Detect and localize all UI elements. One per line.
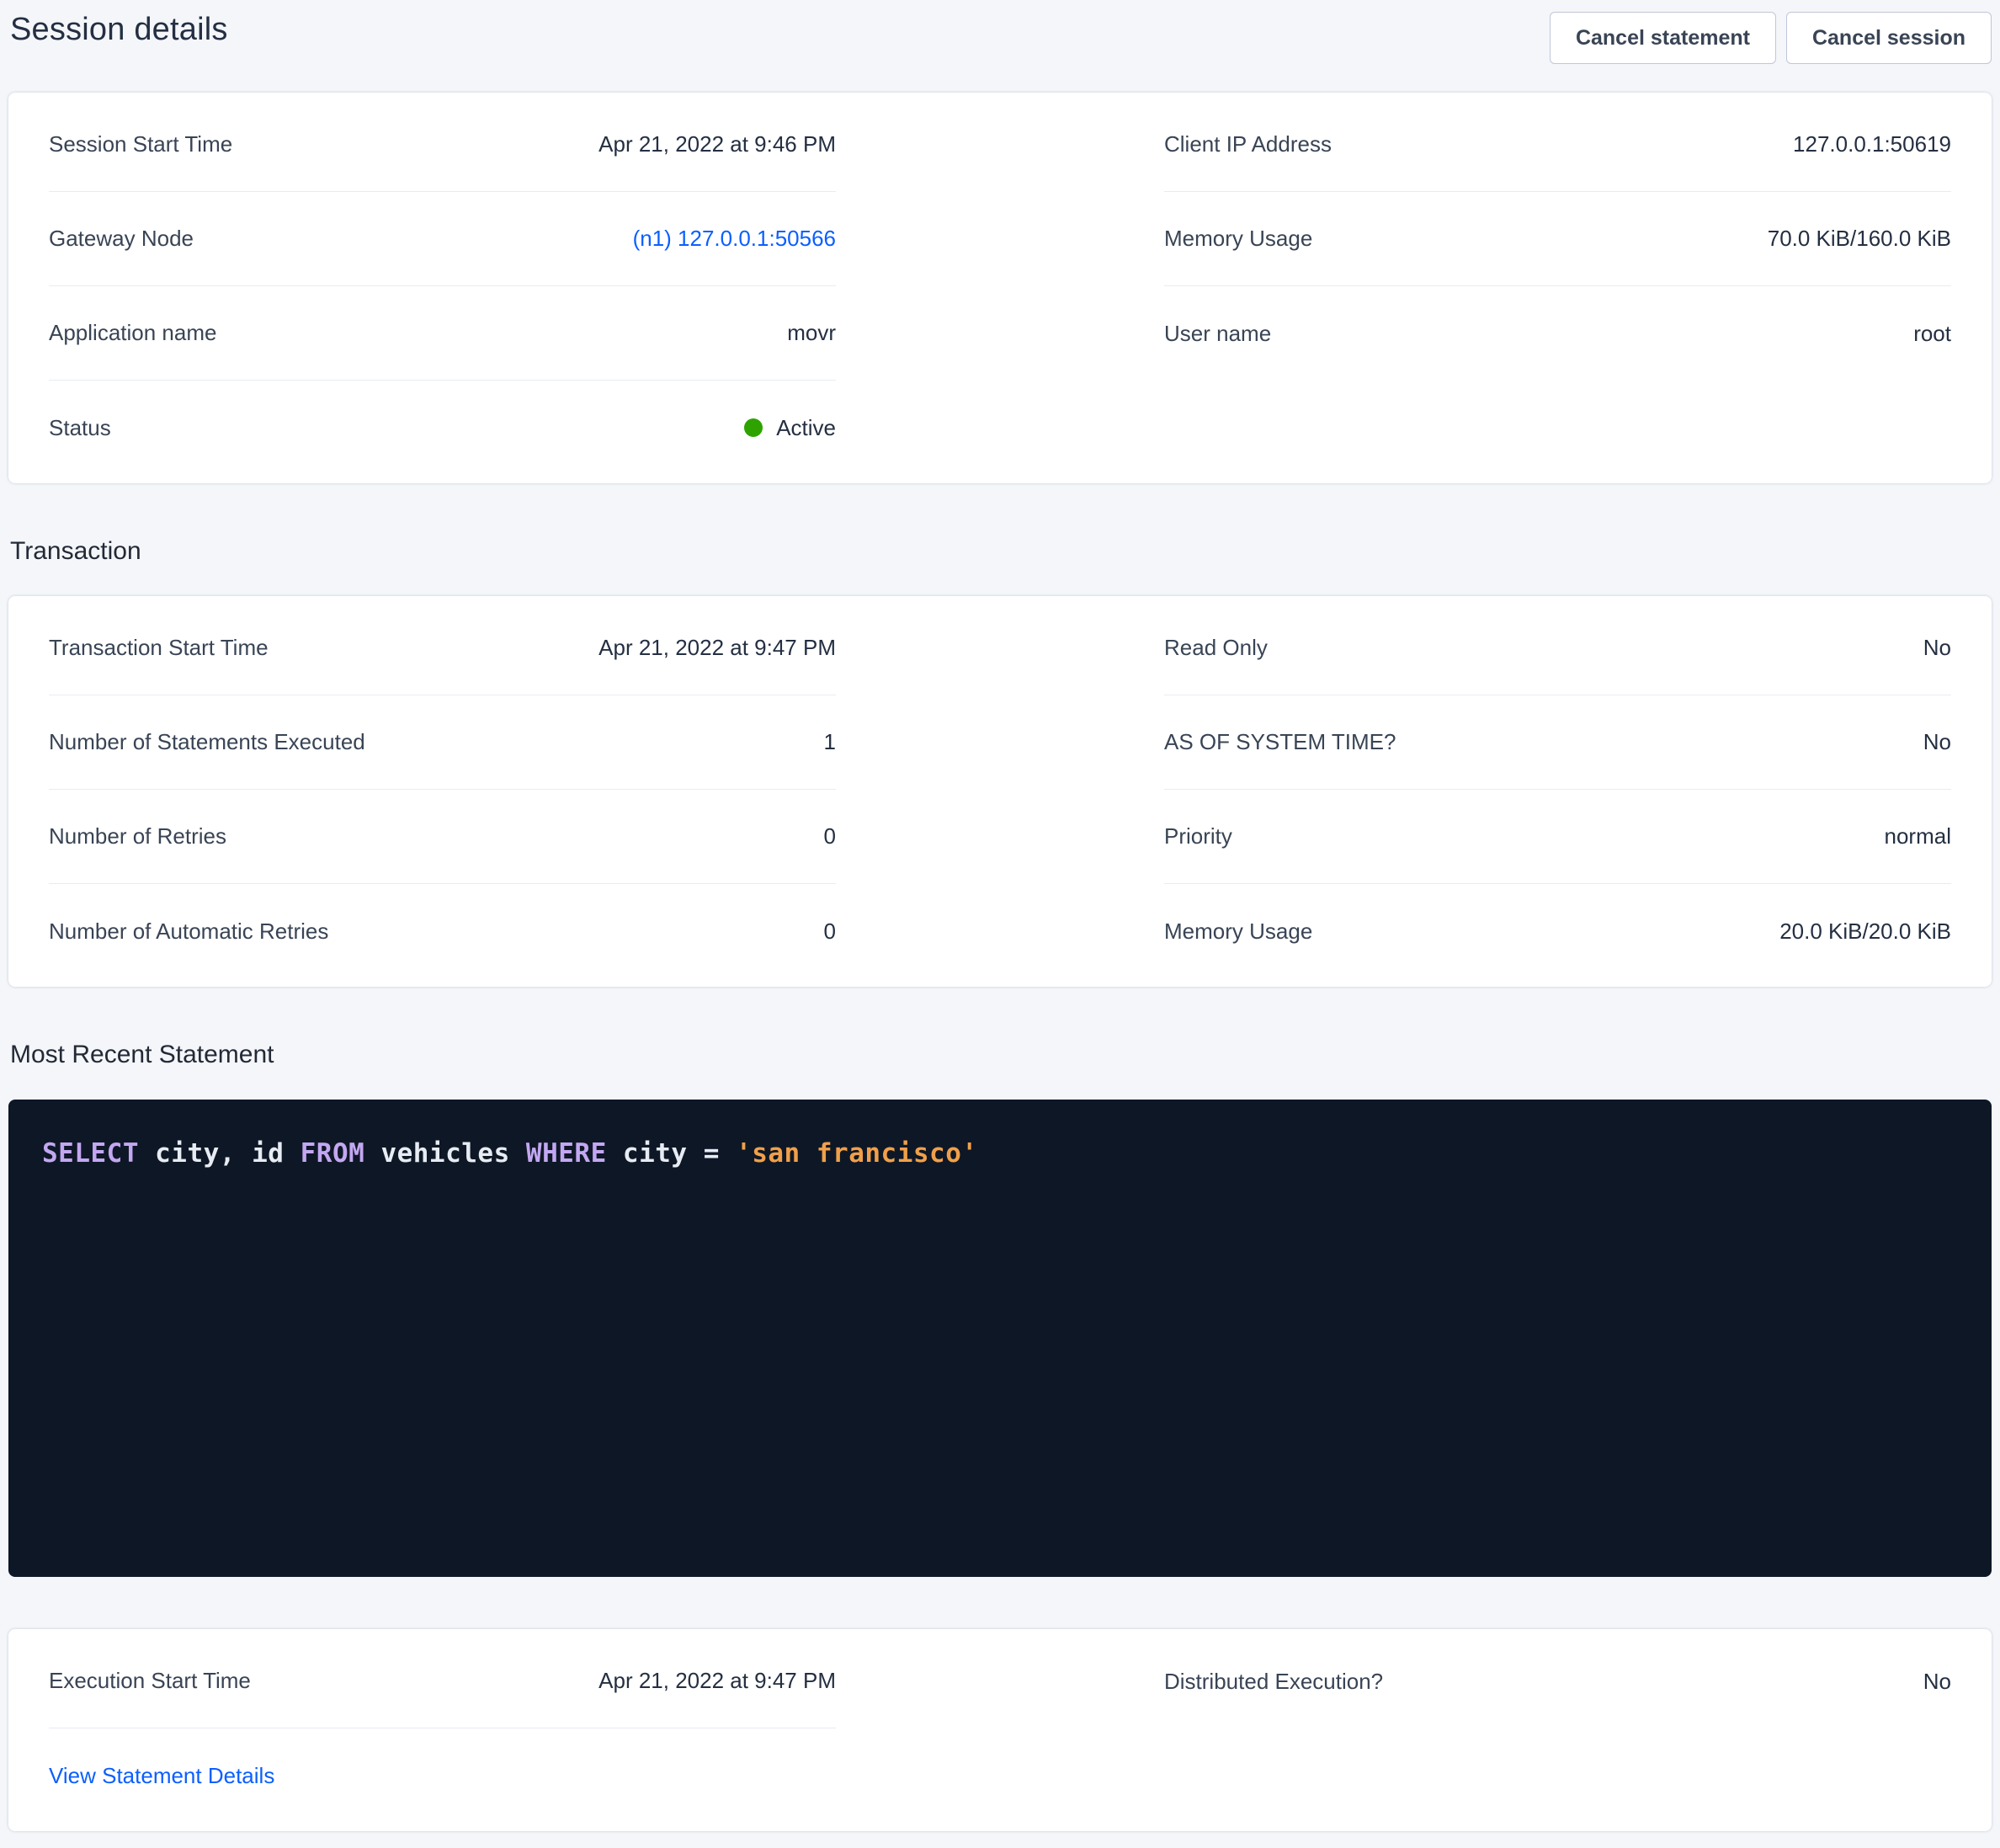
cancel-session-button[interactable]: Cancel session (1786, 12, 1992, 64)
session-summary-card: Session Start Time Apr 21, 2022 at 9:46 … (8, 93, 1992, 483)
automatic-retries-value: 0 (824, 919, 836, 945)
session-memory-usage-value: 70.0 KiB/160.0 KiB (1768, 226, 1951, 252)
as-of-system-time-label: AS OF SYSTEM TIME? (1164, 729, 1396, 755)
session-memory-usage-row: Memory Usage 70.0 KiB/160.0 KiB (1164, 192, 1951, 286)
status-label: Status (49, 415, 111, 441)
execution-card-right-column: Distributed Execution? No (1164, 1634, 1951, 1728)
gateway-node-link[interactable]: (n1) 127.0.0.1:50566 (633, 226, 836, 252)
transaction-card-left-column: Transaction Start Time Apr 21, 2022 at 9… (49, 601, 836, 978)
transaction-section-heading: Transaction (8, 537, 1992, 566)
session-start-time-label: Session Start Time (49, 131, 232, 157)
sql-keyword-select: SELECT (42, 1138, 139, 1169)
view-statement-details-row: View Statement Details (49, 1728, 836, 1823)
transaction-memory-usage-label: Memory Usage (1164, 919, 1312, 945)
status-value: Active (776, 415, 836, 441)
user-name-value: root (1913, 321, 1951, 347)
number-of-retries-label: Number of Retries (49, 823, 226, 849)
page-title: Session details (8, 12, 228, 48)
gateway-node-row: Gateway Node (n1) 127.0.0.1:50566 (49, 192, 836, 286)
sql-columns: city, id (139, 1138, 301, 1169)
application-name-value: movr (787, 320, 836, 346)
status-badge: Active (744, 415, 836, 441)
automatic-retries-label: Number of Automatic Retries (49, 919, 328, 945)
transaction-memory-usage-row: Memory Usage 20.0 KiB/20.0 KiB (1164, 884, 1951, 978)
execution-start-time-label: Execution Start Time (49, 1668, 251, 1694)
transaction-start-time-row: Transaction Start Time Apr 21, 2022 at 9… (49, 601, 836, 695)
user-name-row: User name root (1164, 286, 1951, 381)
read-only-label: Read Only (1164, 635, 1268, 661)
transaction-start-time-value: Apr 21, 2022 at 9:47 PM (598, 635, 836, 661)
sql-keyword-where: WHERE (526, 1138, 607, 1169)
application-name-label: Application name (49, 320, 216, 346)
distributed-execution-value: No (1923, 1669, 1951, 1695)
statements-executed-value: 1 (824, 729, 836, 755)
priority-row: Priority normal (1164, 790, 1951, 884)
view-statement-details-link[interactable]: View Statement Details (49, 1763, 274, 1789)
application-name-row: Application name movr (49, 286, 836, 381)
automatic-retries-row: Number of Automatic Retries 0 (49, 884, 836, 978)
number-of-retries-row: Number of Retries 0 (49, 790, 836, 884)
sql-condition-column: city = (607, 1138, 736, 1169)
session-start-time-value: Apr 21, 2022 at 9:46 PM (598, 131, 836, 157)
sql-keyword-from: FROM (301, 1138, 365, 1169)
transaction-card-right-column: Read Only No AS OF SYSTEM TIME? No Prior… (1164, 601, 1951, 978)
read-only-value: No (1923, 635, 1951, 661)
cancel-statement-button[interactable]: Cancel statement (1550, 12, 1776, 64)
sql-statement-box: SELECT city, id FROM vehicles WHERE city… (8, 1100, 1992, 1577)
priority-label: Priority (1164, 823, 1232, 849)
client-ip-row: Client IP Address 127.0.0.1:50619 (1164, 98, 1951, 192)
header-actions: Cancel statement Cancel session (1550, 12, 1992, 64)
read-only-row: Read Only No (1164, 601, 1951, 695)
transaction-start-time-label: Transaction Start Time (49, 635, 269, 661)
execution-card: Execution Start Time Apr 21, 2022 at 9:4… (8, 1629, 1992, 1831)
execution-card-left-column: Execution Start Time Apr 21, 2022 at 9:4… (49, 1634, 836, 1823)
user-name-label: User name (1164, 321, 1271, 347)
statements-executed-label: Number of Statements Executed (49, 729, 365, 755)
statements-executed-row: Number of Statements Executed 1 (49, 695, 836, 790)
distributed-execution-label: Distributed Execution? (1164, 1669, 1383, 1695)
session-card-right-column: Client IP Address 127.0.0.1:50619 Memory… (1164, 98, 1951, 381)
active-status-dot-icon (744, 418, 763, 437)
distributed-execution-row: Distributed Execution? No (1164, 1634, 1951, 1728)
most-recent-statement-heading: Most Recent Statement (8, 1041, 1992, 1069)
transaction-card: Transaction Start Time Apr 21, 2022 at 9… (8, 596, 1992, 987)
as-of-system-time-row: AS OF SYSTEM TIME? No (1164, 695, 1951, 790)
client-ip-value: 127.0.0.1:50619 (1793, 131, 1951, 157)
execution-start-time-value: Apr 21, 2022 at 9:47 PM (598, 1668, 836, 1694)
gateway-node-label: Gateway Node (49, 226, 194, 252)
session-details-page: Session details Cancel statement Cancel … (0, 0, 2000, 1848)
as-of-system-time-value: No (1923, 729, 1951, 755)
execution-start-time-row: Execution Start Time Apr 21, 2022 at 9:4… (49, 1634, 836, 1728)
number-of-retries-value: 0 (824, 823, 836, 849)
session-start-time-row: Session Start Time Apr 21, 2022 at 9:46 … (49, 98, 836, 192)
client-ip-label: Client IP Address (1164, 131, 1332, 157)
page-header: Session details Cancel statement Cancel … (8, 12, 1992, 64)
transaction-memory-usage-value: 20.0 KiB/20.0 KiB (1779, 919, 1951, 945)
sql-table: vehicles (364, 1138, 526, 1169)
session-card-left-column: Session Start Time Apr 21, 2022 at 9:46 … (49, 98, 836, 475)
status-row: Status Active (49, 381, 836, 475)
priority-value: normal (1885, 823, 1951, 849)
sql-string-literal: 'san francisco' (736, 1138, 977, 1169)
session-memory-usage-label: Memory Usage (1164, 226, 1312, 252)
